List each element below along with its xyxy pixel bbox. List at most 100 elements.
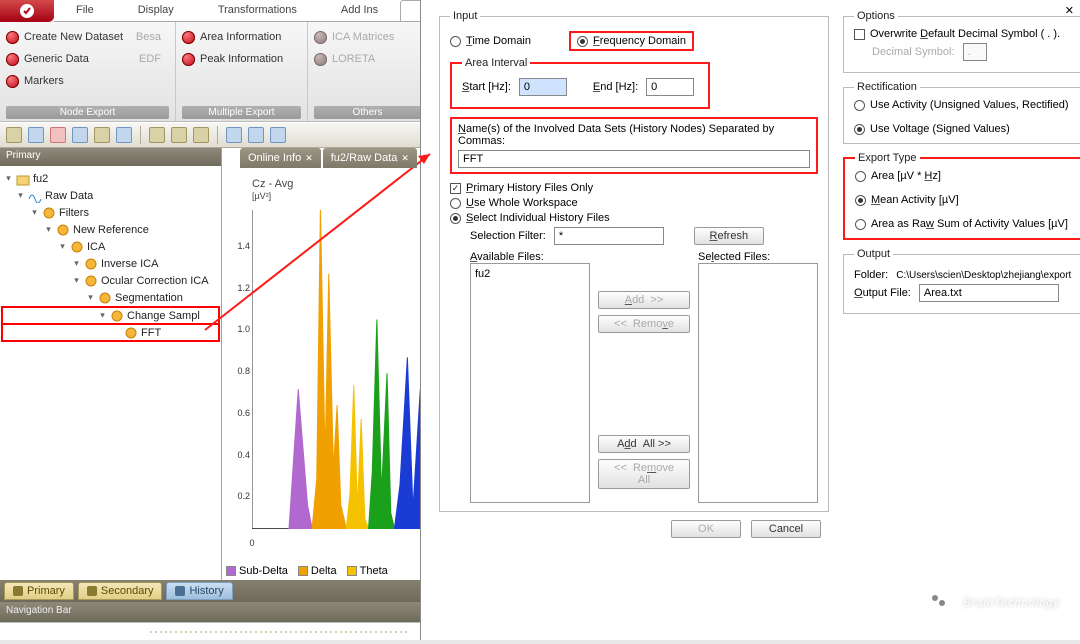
primary-tree-panel: Primary ▾fu2 ▾Raw Data ▾Filters ▾New Ref…	[0, 148, 222, 580]
tool-icon[interactable]	[248, 127, 264, 143]
tool-icon[interactable]	[50, 127, 66, 143]
add-button[interactable]: Add >>	[598, 291, 690, 309]
folder-icon	[16, 172, 30, 186]
history-tree[interactable]: ▾fu2 ▾Raw Data ▾Filters ▾New Reference ▾…	[0, 166, 221, 345]
export-ribbon: Create New DatasetBesa Generic DataEDF M…	[0, 22, 440, 122]
y-axis: 0.20.40.60.81.01.21.4	[226, 204, 252, 538]
filter-input[interactable]	[554, 227, 664, 245]
tool-icon[interactable]	[226, 127, 242, 143]
radio-use-activity[interactable]: Use Activity (Unsigned Values, Rectified…	[854, 99, 1080, 111]
radio-use-voltage[interactable]: Use Voltage (Signed Values)	[854, 123, 1080, 135]
x-axis: 020	[252, 538, 435, 552]
watermark: BrainTechnology	[921, 586, 1060, 620]
remove-all-button[interactable]: << Remove All	[598, 459, 690, 489]
gear-icon	[84, 257, 98, 271]
btn-create-dataset[interactable]: Create New DatasetBesa	[6, 26, 169, 48]
radio-mean[interactable]: Mean Activity [µV]	[855, 194, 1079, 206]
btn-loreta[interactable]: LORETA	[314, 48, 421, 70]
ok-button[interactable]: OK	[671, 520, 741, 538]
tool-icon[interactable]	[149, 127, 165, 143]
btn-generic-data[interactable]: Generic DataEDF	[6, 48, 169, 70]
btn-markers[interactable]: Markers	[6, 70, 169, 92]
chart-legend: Sub-DeltaDeltaTheta	[226, 562, 388, 580]
edf-icon[interactable]: EDF	[139, 53, 161, 65]
btn-ica-matrices[interactable]: ICA Matrices	[314, 26, 421, 48]
start-input[interactable]	[519, 78, 567, 96]
view-tabs: Online Info✕ fu2/Raw Data✕	[240, 148, 419, 168]
names-input[interactable]	[458, 150, 810, 168]
tab-rawdata[interactable]: fu2/Raw Data✕	[323, 148, 417, 168]
gear-icon	[56, 223, 70, 237]
menu-transformations[interactable]: Transformations	[196, 0, 319, 21]
gear-icon	[98, 291, 112, 305]
timeline[interactable]	[0, 622, 420, 640]
available-list[interactable]: fu2	[470, 263, 590, 503]
gear-icon	[84, 274, 98, 288]
names-label: Name(s) of the Involved Data Sets (Histo…	[458, 123, 810, 147]
tool-icon[interactable]	[6, 127, 22, 143]
tab-history[interactable]: History	[166, 582, 232, 600]
signal-view: Cz - Avg[µV²] 0.20.40.60.81.01.21.4 020 …	[222, 148, 440, 580]
radio-select-indiv[interactable]: Select Individual History Files	[450, 212, 610, 224]
wechat-icon	[921, 586, 955, 620]
end-label: End [Hz]:	[593, 81, 638, 93]
cancel-button[interactable]: Cancel	[751, 520, 821, 538]
tool-icon[interactable]	[72, 127, 88, 143]
chk-overwrite-decimal[interactable]: Overwrite Default Decimal Symbol ( . ).	[854, 28, 1080, 40]
input-group: Input Time Domain Frequency Domain Area …	[439, 10, 829, 512]
chk-primary-only[interactable]: ✓Primary History Files Only	[450, 182, 593, 194]
menu-display[interactable]: Display	[116, 0, 196, 21]
selected-list[interactable]	[698, 263, 818, 503]
close-icon[interactable]: ✕	[1065, 4, 1074, 17]
chart-title: Cz - Avg[µV²]	[222, 174, 439, 202]
tab-online-info[interactable]: Online Info✕	[240, 148, 321, 168]
rectification-group: Rectification Use Activity (Unsigned Val…	[843, 81, 1080, 144]
bottom-tabs: Primary Secondary History	[0, 580, 420, 602]
tool-icon[interactable]	[193, 127, 209, 143]
refresh-button[interactable]: Refresh	[694, 227, 764, 245]
tab-secondary[interactable]: Secondary	[78, 582, 163, 600]
remove-button[interactable]: << Remove	[598, 315, 690, 333]
primary-panel-title: Primary	[0, 148, 221, 166]
filter-label: Selection Filter:	[470, 230, 546, 242]
close-icon[interactable]: ✕	[305, 153, 313, 164]
export-type-legend: Export Type	[855, 152, 920, 164]
radio-freq-domain[interactable]: Frequency Domain	[569, 31, 694, 51]
close-icon[interactable]: ✕	[401, 153, 409, 164]
radio-use-whole[interactable]: Use Whole Workspace	[450, 197, 578, 209]
list-item[interactable]: fu2	[475, 268, 585, 280]
gear-icon	[70, 240, 84, 254]
decimal-input	[963, 43, 987, 61]
gear-icon	[42, 206, 56, 220]
selected-label: Selected Files:	[698, 251, 818, 263]
menu-file[interactable]: File	[54, 0, 116, 21]
tool-icon[interactable]	[171, 127, 187, 143]
tab-primary[interactable]: Primary	[4, 582, 74, 600]
start-label: Start [Hz]:	[462, 81, 511, 93]
btn-peak-info[interactable]: Peak Information	[182, 48, 301, 70]
add-all-button[interactable]: Add All >>	[598, 435, 690, 453]
interval-legend: Area Interval	[462, 57, 530, 69]
folder-label: Folder:	[854, 269, 888, 281]
options-legend: Options	[854, 10, 898, 22]
radio-area[interactable]: Area [µV * Hz]	[855, 170, 1079, 182]
tool-icon[interactable]	[28, 127, 44, 143]
end-input[interactable]	[646, 78, 694, 96]
app-logo	[0, 0, 54, 22]
outfile-input[interactable]	[919, 284, 1059, 302]
group-others: Others	[314, 106, 421, 119]
tool-icon[interactable]	[270, 127, 286, 143]
besa-icon[interactable]: Besa	[136, 31, 161, 43]
gear-icon	[124, 326, 138, 340]
output-legend: Output	[854, 248, 893, 260]
tool-icon[interactable]	[116, 127, 132, 143]
radio-raw-sum[interactable]: Area as Raw Sum of Activity Values [µV]	[855, 218, 1079, 230]
group-node-export: Node Export	[6, 106, 169, 119]
menu-addins[interactable]: Add Ins	[319, 0, 400, 21]
radio-time-domain[interactable]: Time Domain	[450, 35, 531, 47]
output-group: Output Folder: C:\Users\scien\Desktop\zh…	[843, 248, 1080, 314]
options-group: Options Overwrite Default Decimal Symbol…	[843, 10, 1080, 73]
btn-area-info[interactable]: Area Information	[182, 26, 301, 48]
tool-icon[interactable]	[94, 127, 110, 143]
wave-icon	[28, 189, 42, 203]
